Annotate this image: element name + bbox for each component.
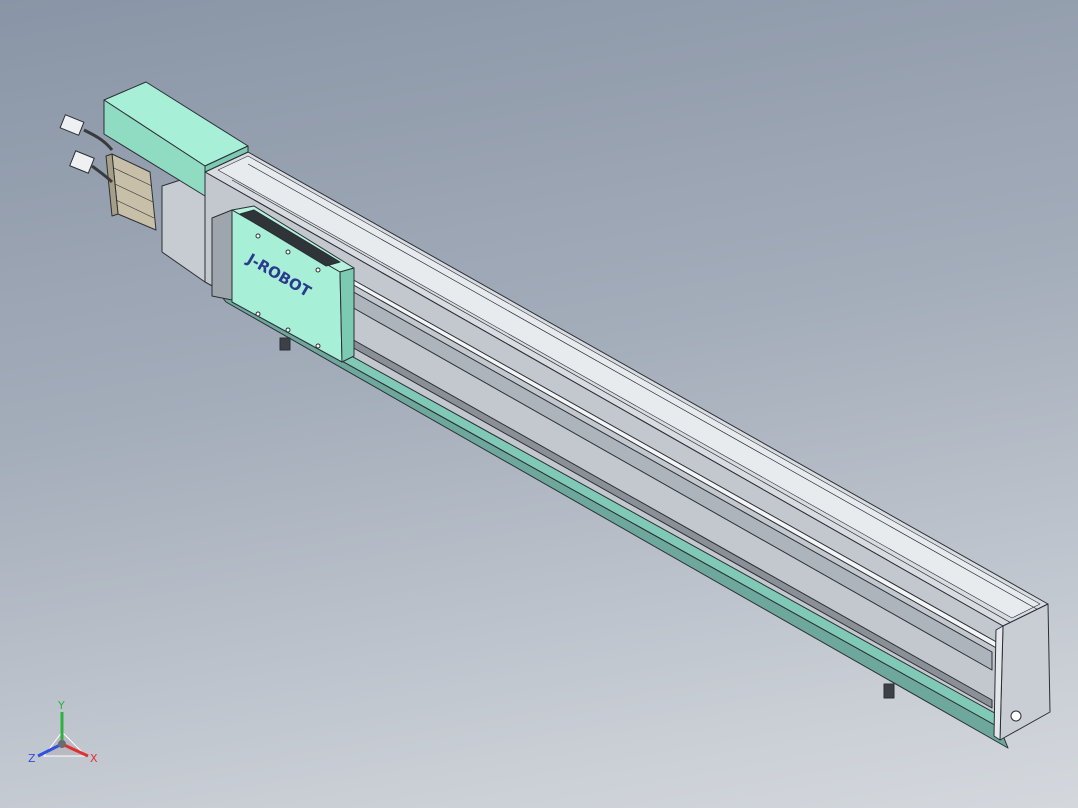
limit-sensor — [883, 683, 895, 699]
triad-y-label: Y — [57, 699, 65, 712]
rail-groove-band — [349, 289, 993, 671]
carriage-screw-2 — [285, 249, 291, 255]
carriage-back — [211, 209, 233, 301]
cad-viewport[interactable]: J-ROBOT Y X Z — [0, 0, 1078, 808]
carriage-screw-6 — [315, 343, 321, 349]
rail-groove-upper — [349, 277, 1001, 651]
rail-top-strip — [217, 155, 1041, 619]
carriage-screw-3 — [315, 267, 321, 273]
connector-upper — [59, 114, 85, 136]
carriage-sensor — [279, 337, 291, 351]
connector-lower — [69, 150, 95, 174]
carriage-screw-1 — [255, 233, 261, 239]
carriage-side — [339, 267, 355, 363]
rail-line-1 — [247, 163, 1043, 613]
triad-z-label: Z — [28, 752, 36, 765]
coordinate-triad[interactable]: Y X Z — [28, 699, 98, 765]
rail-assembly[interactable] — [204, 151, 1051, 749]
stepper-motor[interactable] — [105, 153, 157, 231]
motor-body — [111, 153, 157, 231]
rail-end-cap-front — [999, 603, 1051, 741]
carriage-screw-4 — [255, 311, 261, 317]
end-cap-hole — [1010, 710, 1022, 722]
triad-x-label: X — [90, 752, 98, 765]
carriage-screw-5 — [285, 327, 291, 333]
linear-actuator-model[interactable]: J-ROBOT Y X Z — [0, 0, 1078, 808]
triad-origin — [58, 740, 66, 748]
rail-line-2 — [231, 179, 1021, 629]
